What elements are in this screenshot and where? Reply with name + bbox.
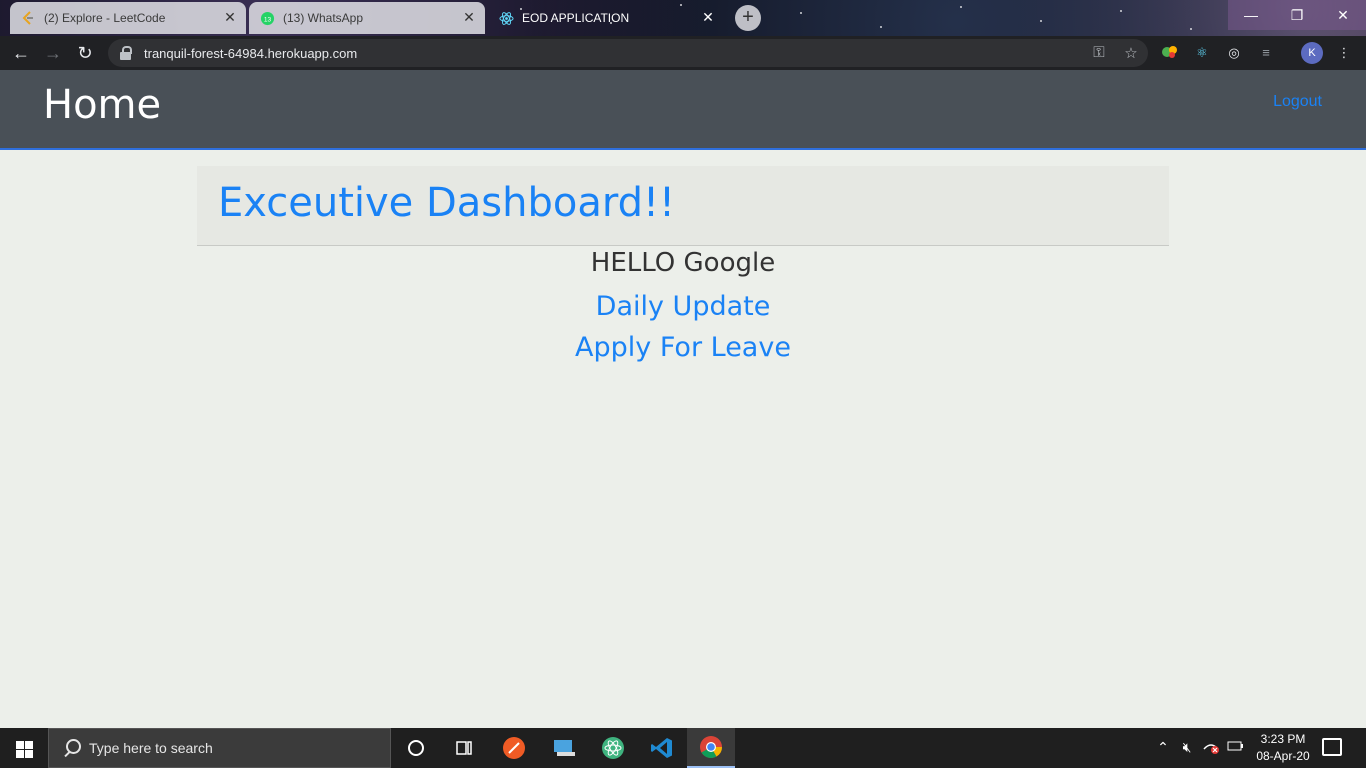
page-title: Exceutive Dashboard!! [218, 180, 676, 226]
react-icon [498, 10, 514, 26]
windows-logo-icon [16, 750, 24, 758]
lock-icon [120, 46, 132, 60]
system-clock[interactable]: 3:23 PM 08-Apr-20 [1248, 731, 1318, 765]
windows-logo-icon [25, 750, 33, 758]
star-decoration [1040, 20, 1042, 22]
chrome-icon[interactable] [687, 728, 735, 768]
star-decoration [1190, 28, 1192, 30]
media-control-icon[interactable]: ≡ [1256, 43, 1276, 63]
star-bookmark-icon[interactable]: ☆ [1122, 44, 1140, 62]
search-placeholder: Type here to search [89, 740, 213, 756]
search-icon [63, 739, 81, 757]
close-icon[interactable]: ✕ [700, 9, 716, 25]
target-extension-icon[interactable]: ◎ [1224, 43, 1244, 63]
browser-toolbar: ← → ↻ tranquil-forest-64984.herokuapp.co… [0, 36, 1366, 70]
close-icon[interactable]: ✕ [461, 9, 477, 25]
extension-colorful-icon[interactable] [1160, 43, 1180, 63]
tab-eod-application[interactable]: EOD APPLICATION ✕ [488, 2, 724, 34]
leetcode-icon [20, 10, 36, 26]
react-devtools-icon[interactable]: ⚛ [1192, 43, 1212, 63]
cortana-icon[interactable] [392, 728, 440, 768]
tab-title: (2) Explore - LeetCode [44, 11, 166, 25]
whatsapp-icon: 13 [259, 10, 275, 26]
address-bar[interactable]: tranquil-forest-64984.herokuapp.com ⚿ ☆ [108, 39, 1148, 67]
task-view-icon[interactable] [440, 728, 488, 768]
restore-button[interactable]: ❐ [1274, 0, 1320, 30]
tab-title: EOD APPLICATION [522, 11, 630, 25]
navbar-brand[interactable]: Home [43, 82, 161, 128]
new-tab-button[interactable]: + [735, 5, 761, 31]
windows-start-button[interactable] [0, 728, 48, 768]
tab-leetcode[interactable]: (2) Explore - LeetCode ✕ [10, 2, 246, 34]
star-decoration [1120, 10, 1122, 12]
battery-icon[interactable] [1225, 739, 1245, 755]
star-decoration [880, 26, 882, 28]
taskbar-search-box[interactable]: Type here to search [48, 728, 391, 768]
clock-date: 08-Apr-20 [1256, 749, 1310, 763]
windows-logo-icon [16, 741, 24, 749]
volume-muted-icon[interactable]: 🔇︎ [1177, 739, 1197, 756]
windows-logo-icon [25, 741, 33, 749]
greeting-text: HELLO Google [590, 248, 776, 278]
forward-arrow-icon[interactable]: → [40, 41, 66, 65]
star-decoration [800, 12, 802, 14]
daily-update-link[interactable]: Daily Update [0, 291, 1366, 322]
apply-for-leave-link[interactable]: Apply For Leave [0, 332, 1366, 363]
back-arrow-icon[interactable]: ← [8, 41, 34, 65]
svg-text:13: 13 [263, 16, 271, 23]
browser-titlebar: (2) Explore - LeetCode ✕ 13 (13) WhatsAp… [0, 0, 1366, 36]
app-navbar: Home Logout [0, 70, 1366, 150]
desktop-app-icon[interactable] [540, 728, 588, 768]
vscode-icon[interactable] [638, 728, 686, 768]
kebab-menu-icon[interactable]: ⋮ [1334, 43, 1354, 63]
chevron-up-icon[interactable]: ⌃ [1153, 739, 1173, 756]
profile-avatar[interactable]: K [1301, 42, 1323, 64]
postman-icon[interactable] [490, 728, 538, 768]
minimize-button[interactable]: — [1228, 0, 1274, 30]
url-text[interactable]: tranquil-forest-64984.herokuapp.com [144, 46, 357, 61]
clock-time: 3:23 PM [1260, 732, 1306, 746]
tab-whatsapp[interactable]: 13 (13) WhatsApp ✕ [249, 2, 485, 34]
windows-taskbar: Type here to search ⌃ 🔇︎ 3:23 PM 08-Apr-… [0, 728, 1366, 768]
dashboard-jumbotron: Exceutive Dashboard!! [197, 166, 1169, 246]
close-icon[interactable]: ✕ [222, 9, 238, 25]
tab-title: (13) WhatsApp [283, 11, 364, 25]
notification-center-icon[interactable] [1322, 738, 1342, 756]
network-disconnected-icon[interactable] [1201, 739, 1221, 758]
atom-icon[interactable] [589, 728, 637, 768]
close-window-button[interactable]: ✕ [1320, 0, 1366, 30]
key-icon[interactable]: ⚿ [1090, 44, 1108, 61]
logout-link[interactable]: Logout [1273, 93, 1322, 111]
star-decoration [960, 6, 962, 8]
reload-icon[interactable]: ↻ [72, 41, 98, 65]
